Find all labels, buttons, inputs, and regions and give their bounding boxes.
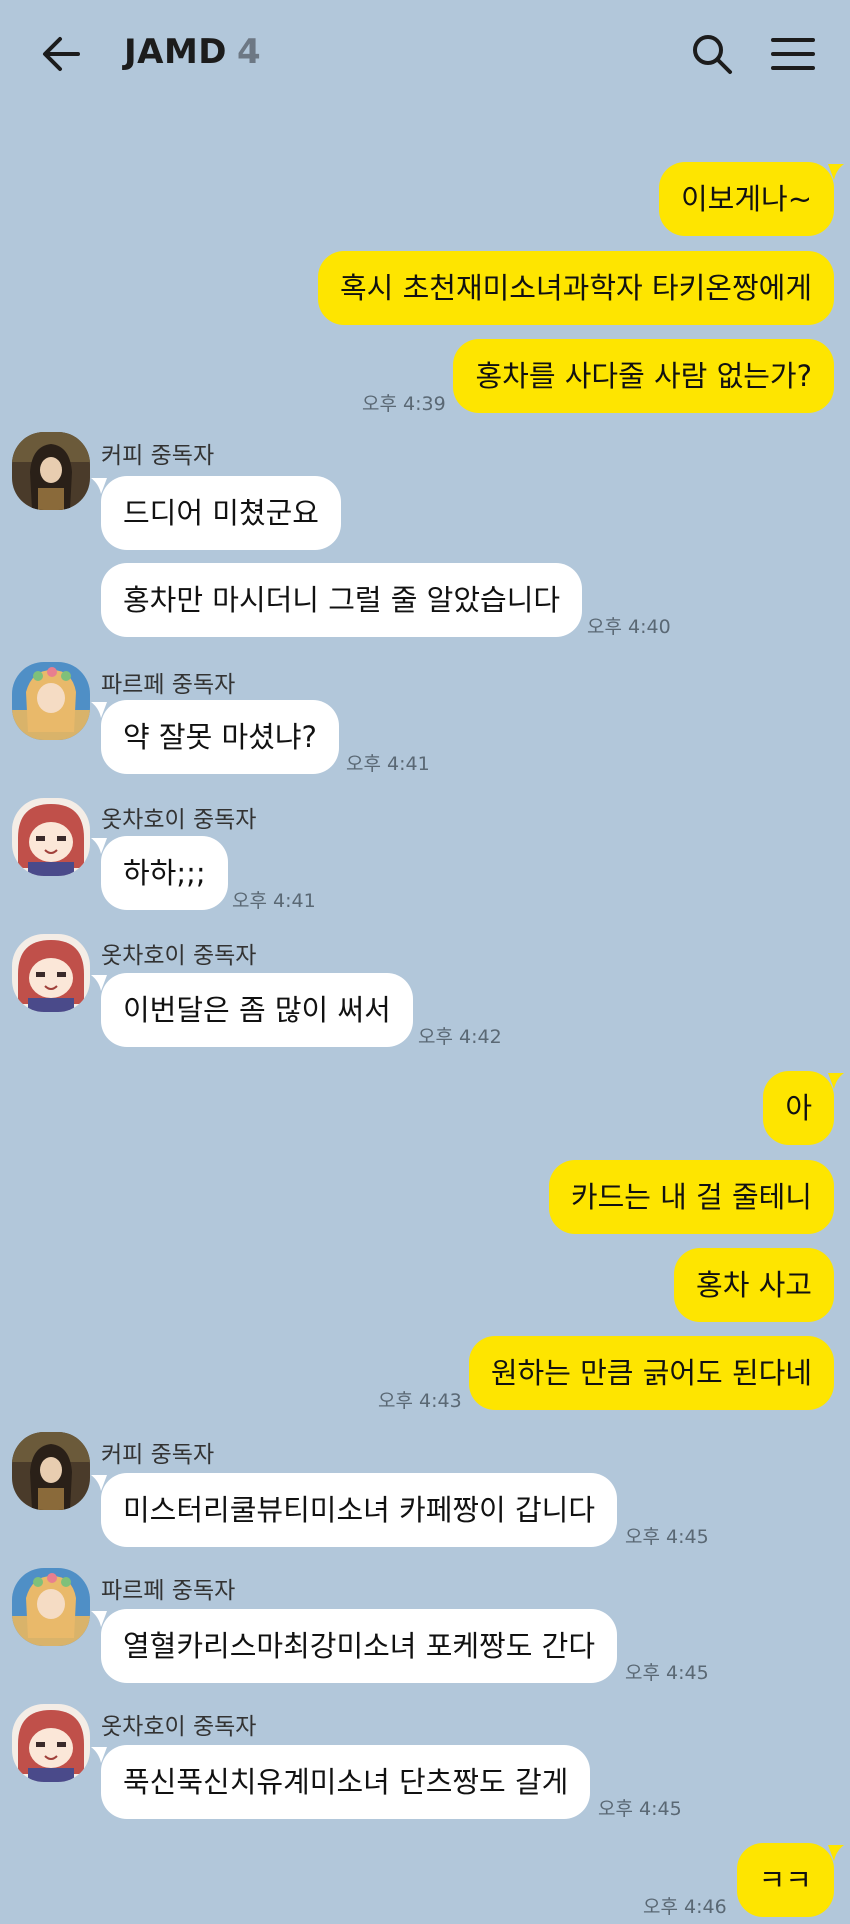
- menu-icon: [771, 38, 815, 70]
- other-message[interactable]: 약 잘못 마셨냐?: [91, 700, 339, 774]
- bubble-tail: [91, 702, 107, 718]
- sender-name: 커피 중독자: [101, 443, 215, 469]
- timestamp: 오후 4:41: [232, 890, 316, 912]
- my-message[interactable]: ㅋㅋ: [736, 1843, 844, 1917]
- message-bubble: 카드는 내 걸 줄테니: [548, 1160, 834, 1234]
- avatar[interactable]: [12, 798, 90, 876]
- timestamp: 오후 4:43: [378, 1390, 462, 1412]
- sender-name: 파르페 중독자: [101, 672, 236, 698]
- timestamp: 오후 4:46: [643, 1896, 727, 1918]
- other-message[interactable]: 하하;;;: [91, 836, 228, 910]
- back-button[interactable]: [36, 28, 88, 80]
- my-message[interactable]: 홍차를 사다줄 사람 없는가?: [453, 339, 834, 413]
- my-message[interactable]: 이보게나~: [658, 162, 844, 236]
- otchahoi-avatar-image: [12, 934, 90, 1012]
- timestamp: 오후 4:45: [625, 1662, 709, 1684]
- timestamp: 오후 4:45: [625, 1526, 709, 1548]
- search-button[interactable]: [688, 30, 736, 78]
- coffee-avatar-image: [12, 432, 90, 510]
- other-message[interactable]: 홍차만 마시더니 그럴 줄 알았습니다: [101, 563, 583, 637]
- avatar[interactable]: [12, 1568, 90, 1646]
- message-bubble: 드디어 미쳤군요: [101, 476, 341, 550]
- timestamp: 오후 4:40: [587, 616, 671, 638]
- room-name: JAMD: [124, 32, 228, 72]
- message-bubble: 원하는 만큼 긁어도 된다네: [468, 1336, 834, 1410]
- bubble-tail: [828, 1073, 844, 1089]
- avatar[interactable]: [12, 934, 90, 1012]
- bubble-tail: [828, 164, 844, 180]
- message-bubble: 홍차를 사다줄 사람 없는가?: [453, 339, 834, 413]
- sender-name: 옷차호이 중독자: [101, 1714, 257, 1740]
- message-bubble: 약 잘못 마셨냐?: [101, 700, 339, 774]
- message-bubble: 아: [763, 1071, 834, 1145]
- timestamp: 오후 4:45: [598, 1798, 682, 1820]
- message-bubble: 이보게나~: [658, 162, 834, 236]
- timestamp: 오후 4:42: [418, 1026, 502, 1048]
- search-icon: [693, 35, 732, 74]
- bubble-tail: [91, 1475, 107, 1491]
- back-arrow-icon: [43, 37, 80, 71]
- bubble-tail: [91, 975, 107, 991]
- timestamp: 오후 4:39: [362, 393, 446, 415]
- avatar[interactable]: [12, 432, 90, 510]
- parfait-avatar-image: [12, 662, 90, 740]
- other-message[interactable]: 미스터리쿨뷰티미소녀 카페짱이 갑니다: [91, 1473, 617, 1547]
- message-bubble: 홍차만 마시더니 그럴 줄 알았습니다: [101, 563, 583, 637]
- my-message[interactable]: 아: [763, 1071, 844, 1145]
- avatar[interactable]: [12, 662, 90, 740]
- sender-name: 커피 중독자: [101, 1442, 215, 1468]
- message-bubble: 미스터리쿨뷰티미소녀 카페짱이 갑니다: [101, 1473, 617, 1547]
- sender-name: 파르페 중독자: [101, 1578, 236, 1604]
- other-message[interactable]: 열혈카리스마최강미소녀 포케짱도 간다: [91, 1609, 617, 1683]
- my-message[interactable]: 홍차 사고: [674, 1248, 834, 1322]
- message-bubble: 이번달은 좀 많이 써서: [101, 973, 413, 1047]
- menu-button[interactable]: [768, 30, 818, 78]
- message-bubble: 홍차 사고: [674, 1248, 834, 1322]
- message-bubble: 혹시 초천재미소녀과학자 타키온짱에게: [318, 251, 834, 325]
- bubble-tail: [91, 1611, 107, 1627]
- parfait-avatar-image: [12, 1568, 90, 1646]
- avatar[interactable]: [12, 1432, 90, 1510]
- otchahoi-avatar-image: [12, 1704, 90, 1782]
- member-count: 4: [237, 32, 262, 72]
- bubble-tail: [828, 1845, 844, 1861]
- chat-header: JAMD 4: [0, 0, 850, 110]
- other-message[interactable]: 드디어 미쳤군요: [91, 476, 341, 550]
- chat-title: JAMD 4: [124, 32, 261, 72]
- avatar[interactable]: [12, 1704, 90, 1782]
- message-bubble: 푹신푹신치유계미소녀 단츠짱도 갈게: [101, 1745, 591, 1819]
- my-message[interactable]: 혹시 초천재미소녀과학자 타키온짱에게: [318, 251, 834, 325]
- message-bubble: 하하;;;: [101, 836, 228, 910]
- sender-name: 옷차호이 중독자: [101, 807, 257, 833]
- my-message[interactable]: 원하는 만큼 긁어도 된다네: [468, 1336, 834, 1410]
- coffee-avatar-image: [12, 1432, 90, 1510]
- bubble-tail: [91, 1747, 107, 1763]
- timestamp: 오후 4:41: [346, 753, 430, 775]
- other-message[interactable]: 푹신푹신치유계미소녀 단츠짱도 갈게: [91, 1745, 591, 1819]
- my-message[interactable]: 카드는 내 걸 줄테니: [548, 1160, 834, 1234]
- bubble-tail: [91, 838, 107, 854]
- otchahoi-avatar-image: [12, 798, 90, 876]
- bubble-tail: [91, 478, 107, 494]
- message-bubble: ㅋㅋ: [736, 1843, 834, 1917]
- sender-name: 옷차호이 중독자: [101, 943, 257, 969]
- other-message[interactable]: 이번달은 좀 많이 써서: [91, 973, 413, 1047]
- message-bubble: 열혈카리스마최강미소녀 포케짱도 간다: [101, 1609, 617, 1683]
